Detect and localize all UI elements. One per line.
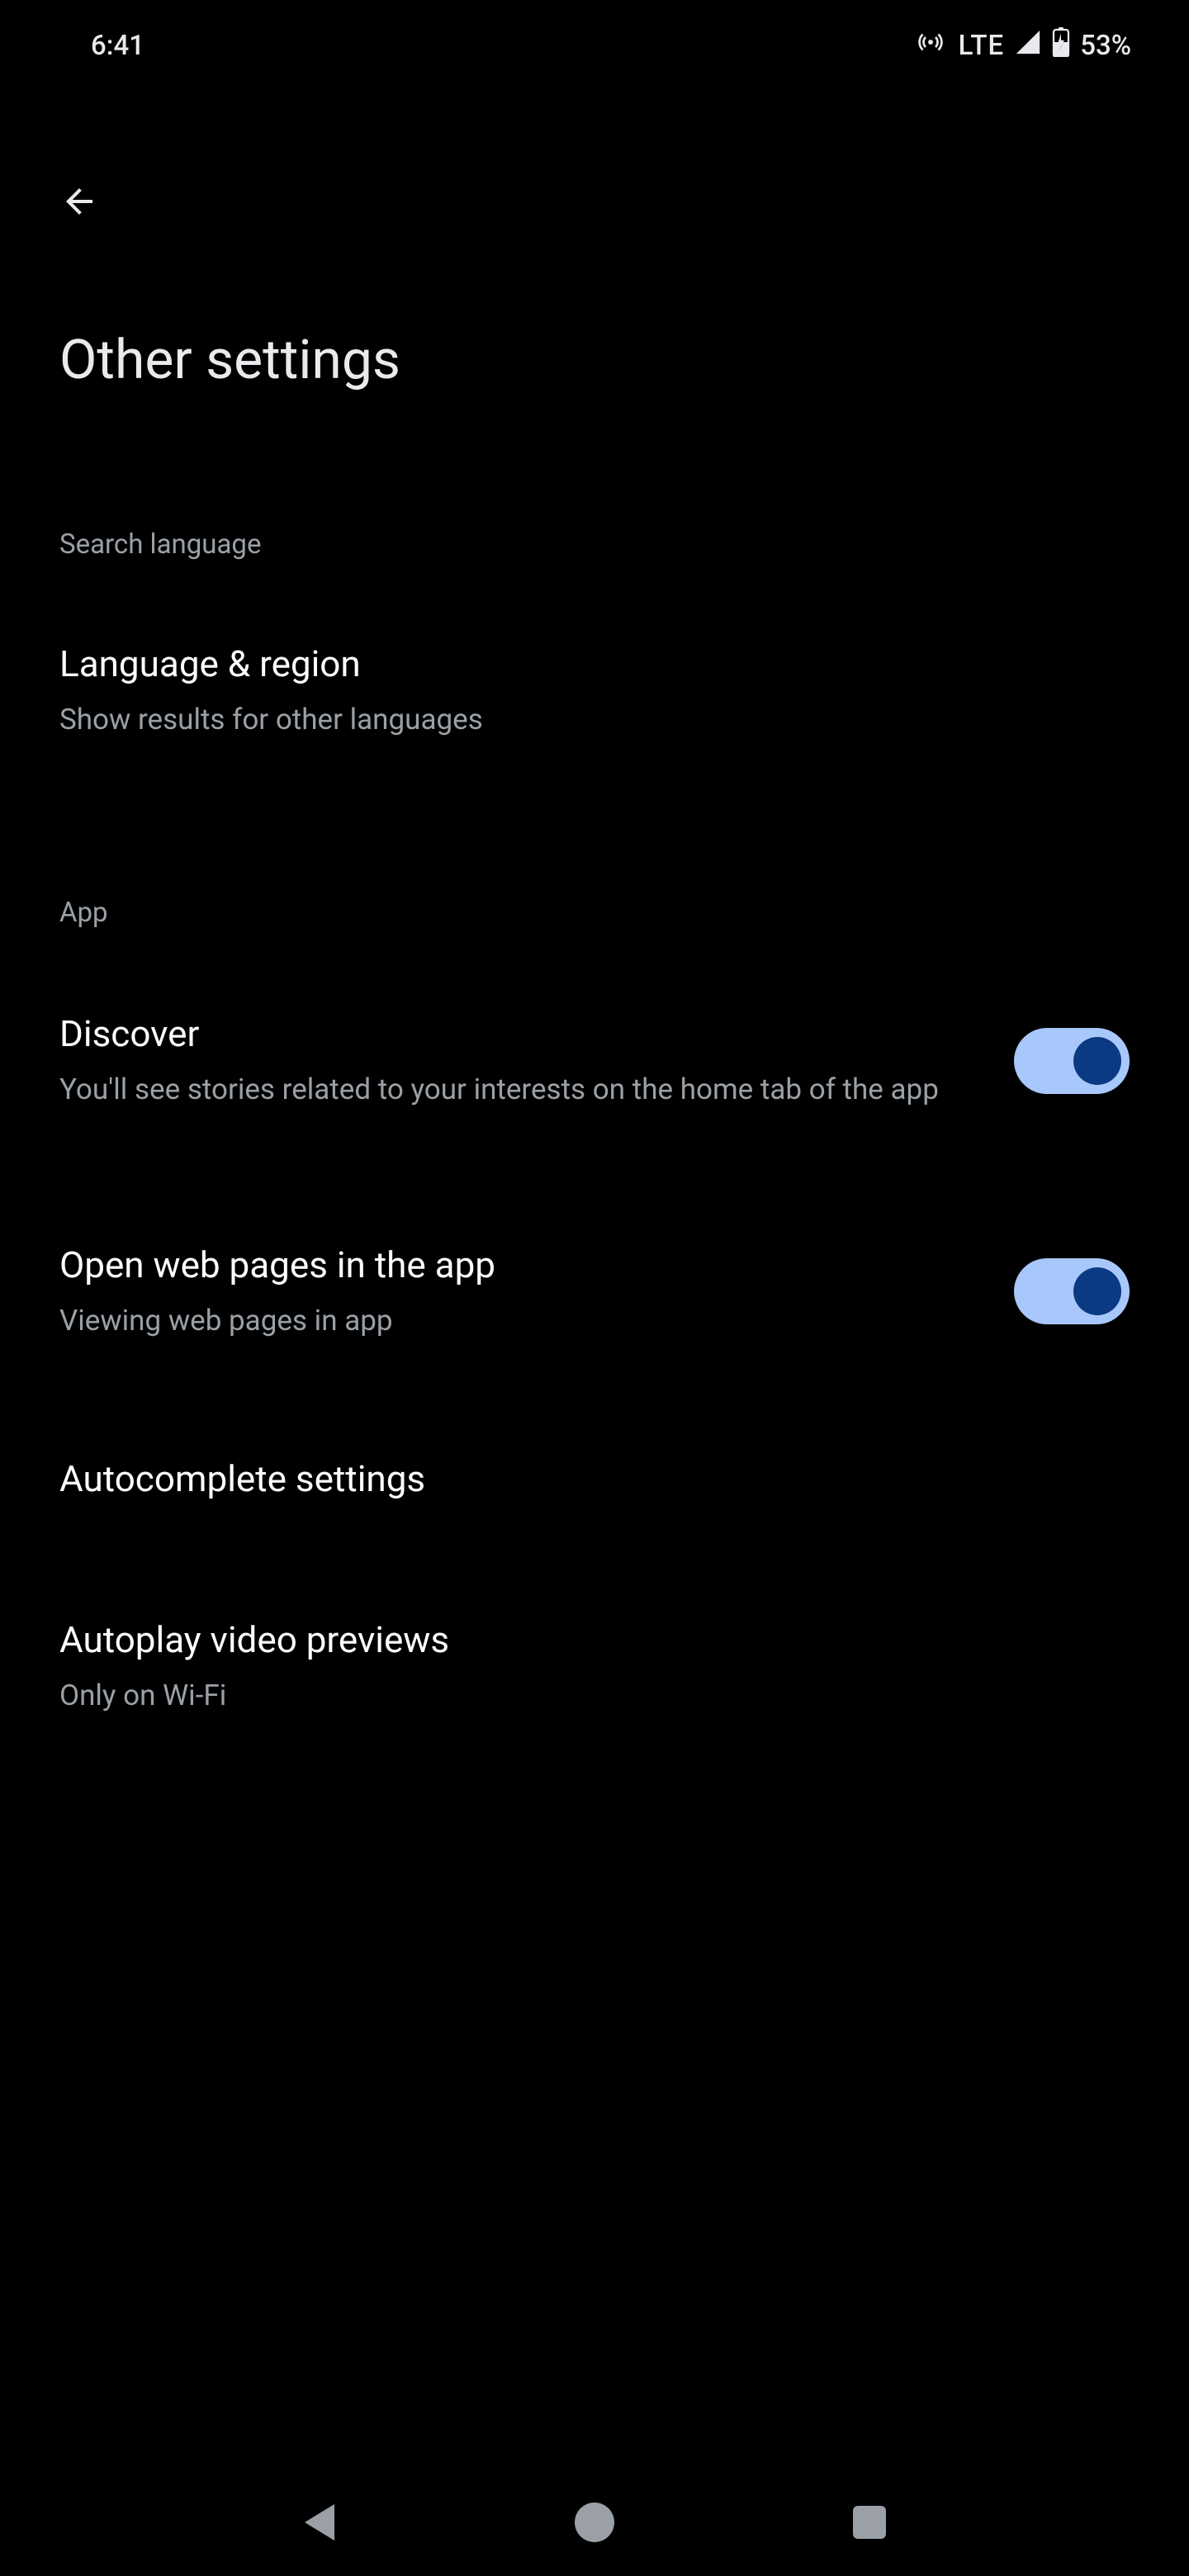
row-subtitle: Viewing web pages in app: [59, 1301, 981, 1341]
row-text: Autoplay video previews Only on Wi-Fi: [59, 1617, 1130, 1716]
circle-home-icon: [575, 2503, 614, 2542]
row-title: Autocomplete settings: [59, 1456, 1130, 1502]
row-title: Language & region: [59, 642, 1130, 687]
toggle-knob: [1073, 1037, 1121, 1085]
row-open-web-pages[interactable]: Open web pages in the app Viewing web pa…: [59, 1243, 1130, 1341]
row-text: Autocomplete settings: [59, 1456, 1130, 1502]
network-type-label: LTE: [959, 30, 1005, 62]
section-header-app: App: [59, 897, 1130, 929]
row-title: Open web pages in the app: [59, 1243, 981, 1288]
battery-percent-label: 53%: [1080, 30, 1131, 62]
hotspot-icon: [917, 29, 944, 63]
square-recents-icon: [853, 2506, 886, 2539]
nav-back-button[interactable]: [298, 2501, 341, 2544]
row-language-region[interactable]: Language & region Show results for other…: [59, 642, 1130, 740]
status-bar: 6:41 LTE 53%: [0, 0, 1189, 91]
row-title: Discover: [59, 1011, 981, 1057]
row-subtitle: Only on Wi-Fi: [59, 1676, 1130, 1716]
status-time: 6:41: [91, 30, 144, 62]
row-subtitle: Show results for other languages: [59, 700, 1130, 740]
system-nav-bar: [0, 2469, 1189, 2576]
toggle-knob: [1073, 1267, 1121, 1315]
triangle-back-icon: [305, 2504, 334, 2540]
row-discover[interactable]: Discover You'll see stories related to y…: [59, 1011, 1130, 1110]
settings-list: Search language Language & region Show r…: [0, 528, 1189, 1716]
nav-recents-button[interactable]: [848, 2501, 891, 2544]
discover-toggle[interactable]: [1014, 1028, 1130, 1094]
open-web-toggle[interactable]: [1014, 1258, 1130, 1324]
battery-icon: [1052, 27, 1070, 64]
arrow-left-icon: [59, 182, 99, 221]
row-text: Open web pages in the app Viewing web pa…: [59, 1243, 981, 1341]
signal-icon: [1014, 28, 1042, 64]
row-autocomplete-settings[interactable]: Autocomplete settings: [59, 1456, 1130, 1502]
status-right: LTE 53%: [917, 27, 1131, 64]
section-header-search-language: Search language: [59, 528, 1130, 561]
row-autoplay-video-previews[interactable]: Autoplay video previews Only on Wi-Fi: [59, 1617, 1130, 1716]
row-text: Discover You'll see stories related to y…: [59, 1011, 981, 1110]
back-button[interactable]: [59, 182, 99, 221]
row-text: Language & region Show results for other…: [59, 642, 1130, 740]
nav-home-button[interactable]: [573, 2501, 616, 2544]
page-title: Other settings: [59, 329, 1130, 392]
row-title: Autoplay video previews: [59, 1617, 1130, 1663]
row-subtitle: You'll see stories related to your inter…: [59, 1070, 981, 1110]
app-bar: Other settings: [0, 91, 1189, 392]
